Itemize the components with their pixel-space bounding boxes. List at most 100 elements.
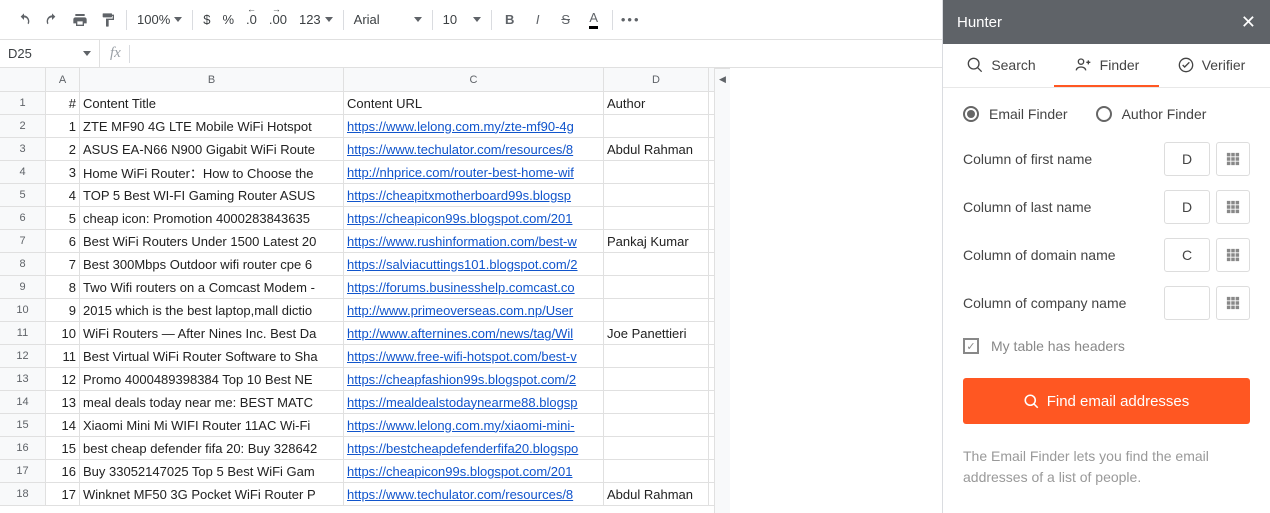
cell[interactable]	[604, 161, 709, 183]
cell[interactable]	[604, 391, 709, 413]
tab-search[interactable]: Search	[949, 44, 1054, 87]
column-header-d[interactable]: D	[604, 68, 709, 91]
tab-finder[interactable]: Finder	[1054, 44, 1159, 87]
row-header[interactable]: 5	[0, 184, 46, 206]
row-header[interactable]: 12	[0, 345, 46, 367]
cell[interactable]	[604, 299, 709, 321]
cell[interactable]	[604, 368, 709, 390]
cell[interactable]: Winknet MF50 3G Pocket WiFi Router P	[80, 483, 344, 505]
cell[interactable]: http://www.primeoverseas.com.np/User	[344, 299, 604, 321]
cell[interactable]: Promo 4000489398384 Top 10 Best NE	[80, 368, 344, 390]
cell[interactable]	[604, 207, 709, 229]
cell[interactable]	[604, 345, 709, 367]
row-header[interactable]: 15	[0, 414, 46, 436]
close-icon[interactable]: ✕	[1241, 12, 1256, 33]
cell[interactable]: 2015 which is the best laptop,mall dicti…	[80, 299, 344, 321]
column-header-c[interactable]: C	[344, 68, 604, 91]
decrease-decimal-button[interactable]: ←.0	[240, 6, 263, 34]
paint-format-button[interactable]	[94, 6, 122, 34]
row-header[interactable]: 16	[0, 437, 46, 459]
cell[interactable]	[604, 184, 709, 206]
cell[interactable]: https://www.techulator.com/resources/8	[344, 483, 604, 505]
cell[interactable]: https://www.lelong.com.my/zte-mf90-4g	[344, 115, 604, 137]
cell[interactable]: Author	[604, 92, 709, 114]
cell[interactable]: 6	[46, 230, 80, 252]
cell[interactable]: 3	[46, 161, 80, 183]
cell[interactable]: https://www.rushinformation.com/best-w	[344, 230, 604, 252]
cell[interactable]	[604, 115, 709, 137]
currency-button[interactable]: $	[197, 6, 216, 34]
cell[interactable]: cheap icon: Promotion 4000283843635	[80, 207, 344, 229]
cell[interactable]: Xiaomi Mini Mi WIFI Router 11AC Wi-Fi	[80, 414, 344, 436]
cell[interactable]: https://salviacuttings101.blogspot.com/2	[344, 253, 604, 275]
cell[interactable]: http://www.afternines.com/news/tag/Wil	[344, 322, 604, 344]
column-header-a[interactable]: A	[46, 68, 80, 91]
cell[interactable]: Buy 33052147025 Top 5 Best WiFi Gam	[80, 460, 344, 482]
radio-email-finder[interactable]: Email Finder	[963, 106, 1068, 122]
picker-company[interactable]	[1216, 286, 1250, 320]
cell[interactable]: 17	[46, 483, 80, 505]
zoom-select[interactable]: 100%	[131, 6, 188, 34]
cell[interactable]: 5	[46, 207, 80, 229]
row-header[interactable]: 11	[0, 322, 46, 344]
number-format-select[interactable]: 123	[293, 6, 339, 34]
row-header[interactable]: 7	[0, 230, 46, 252]
cell[interactable]: https://www.lelong.com.my/xiaomi-mini-	[344, 414, 604, 436]
cell[interactable]: https://mealdealstodaynearme88.blogsp	[344, 391, 604, 413]
cell[interactable]: 7	[46, 253, 80, 275]
row-header[interactable]: 17	[0, 460, 46, 482]
strikethrough-button[interactable]: S	[552, 6, 580, 34]
cell[interactable]: 10	[46, 322, 80, 344]
cell[interactable]: 14	[46, 414, 80, 436]
cell[interactable]: 12	[46, 368, 80, 390]
cell[interactable]: best cheap defender fifa 20: Buy 328642	[80, 437, 344, 459]
row-header[interactable]: 14	[0, 391, 46, 413]
cell[interactable]: Content Title	[80, 92, 344, 114]
cell[interactable]: Best 300Mbps Outdoor wifi router cpe 6	[80, 253, 344, 275]
select-all-corner[interactable]	[0, 68, 46, 91]
percent-button[interactable]: %	[216, 6, 240, 34]
tab-verifier[interactable]: Verifier	[1159, 44, 1264, 87]
column-header-b[interactable]: B	[80, 68, 344, 91]
cell[interactable]: WiFi Routers — After Nines Inc. Best Da	[80, 322, 344, 344]
cell[interactable]: Abdul Rahman	[604, 483, 709, 505]
cell[interactable]: https://cheapicon99s.blogspot.com/201	[344, 207, 604, 229]
cell[interactable]: ZTE MF90 4G LTE Mobile WiFi Hotspot	[80, 115, 344, 137]
cell[interactable]	[604, 276, 709, 298]
cell[interactable]: https://www.techulator.com/resources/8	[344, 138, 604, 160]
checkbox-has-headers[interactable]: ✓ My table has headers	[963, 338, 1250, 354]
picker-domain[interactable]	[1216, 238, 1250, 272]
row-header[interactable]: 1	[0, 92, 46, 114]
row-header[interactable]: 3	[0, 138, 46, 160]
text-color-button[interactable]: A	[580, 6, 608, 34]
cell[interactable]: Content URL	[344, 92, 604, 114]
cell[interactable]: https://cheapitxmotherboard99s.blogsp	[344, 184, 604, 206]
redo-button[interactable]	[38, 6, 66, 34]
row-header[interactable]: 13	[0, 368, 46, 390]
undo-button[interactable]	[10, 6, 38, 34]
find-emails-button[interactable]: Find email addresses	[963, 378, 1250, 424]
cell[interactable]: 16	[46, 460, 80, 482]
picker-first-name[interactable]	[1216, 142, 1250, 176]
bold-button[interactable]: B	[496, 6, 524, 34]
row-header[interactable]: 6	[0, 207, 46, 229]
cell[interactable]: 13	[46, 391, 80, 413]
cell[interactable]: 15	[46, 437, 80, 459]
name-box[interactable]: D25	[0, 40, 100, 67]
input-company-column[interactable]	[1164, 286, 1210, 320]
increase-decimal-button[interactable]: →.00	[263, 6, 293, 34]
cell[interactable]: https://bestcheapdefenderfifa20.blogspo	[344, 437, 604, 459]
row-header[interactable]: 4	[0, 161, 46, 183]
cell[interactable]: Joe Panettieri	[604, 322, 709, 344]
cell[interactable]	[604, 414, 709, 436]
input-last-name-column[interactable]	[1164, 190, 1210, 224]
input-first-name-column[interactable]	[1164, 142, 1210, 176]
cell[interactable]	[604, 437, 709, 459]
cell[interactable]: 4	[46, 184, 80, 206]
row-header[interactable]: 8	[0, 253, 46, 275]
cell[interactable]: 8	[46, 276, 80, 298]
cell[interactable]: https://cheapfashion99s.blogspot.com/2	[344, 368, 604, 390]
input-domain-column[interactable]	[1164, 238, 1210, 272]
spreadsheet-grid[interactable]: A B C D 1 # Content Title Content URL Au…	[0, 68, 714, 513]
font-size-select[interactable]: 10	[437, 6, 487, 34]
